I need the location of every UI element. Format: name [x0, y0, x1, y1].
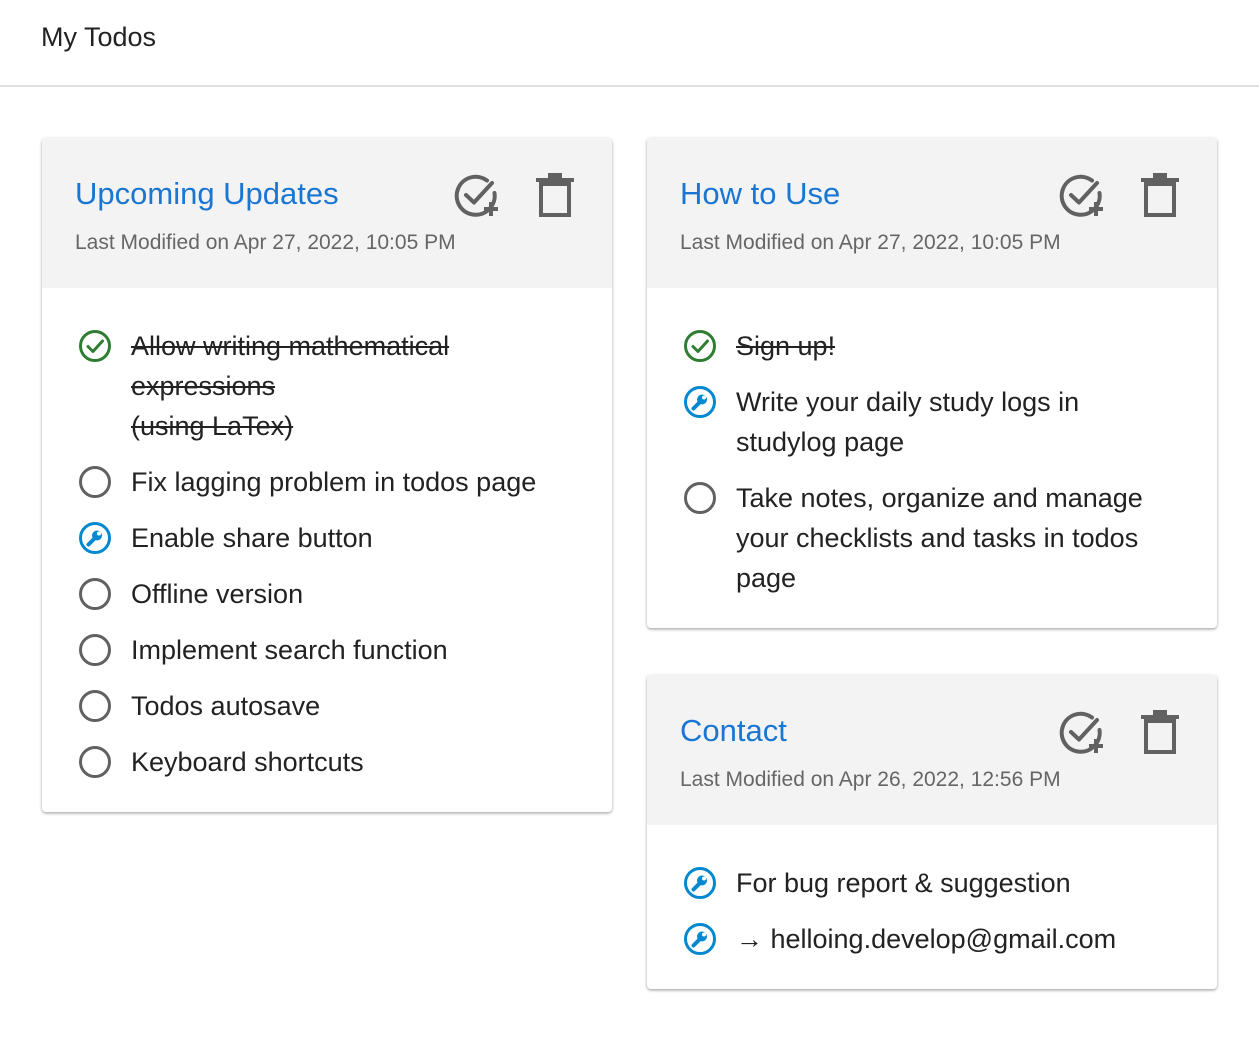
todo-text[interactable]: Take notes, organize and manage your che…: [736, 478, 1143, 598]
todo-item[interactable]: Allow writing mathematical expressions (…: [75, 326, 572, 446]
todo-item[interactable]: Todos autosave: [75, 686, 572, 726]
todo-text[interactable]: Allow writing mathematical expressions (…: [131, 326, 449, 446]
todo-list: Allow writing mathematical expressions (…: [42, 288, 612, 812]
check-plus-icon: [1059, 174, 1103, 217]
todo-text[interactable]: Sign up!: [736, 326, 835, 366]
check-circle-icon[interactable]: [680, 326, 720, 366]
card-title[interactable]: Upcoming Updates: [75, 176, 339, 212]
todo-item[interactable]: Fix lagging problem in todos page: [75, 462, 572, 502]
todo-item[interactable]: Enable share button: [75, 518, 572, 558]
trash-icon: [1141, 173, 1179, 217]
card-last-modified: Last Modified on Apr 27, 2022, 10:05 PM: [75, 231, 456, 254]
todo-item[interactable]: Sign up!: [680, 326, 1177, 366]
todo-text[interactable]: Offline version: [131, 574, 303, 614]
todo-card-1: How to Use Last Modified on Apr 27, 2022…: [647, 138, 1217, 628]
delete-card-button[interactable]: [1135, 170, 1185, 220]
todo-text[interactable]: Implement search function: [131, 630, 448, 670]
empty-circle-icon[interactable]: [680, 478, 720, 518]
todo-item[interactable]: → helloing.develop@gmail.com: [680, 919, 1177, 959]
todo-list: For bug report & suggestion → helloing.d…: [647, 825, 1217, 989]
card-title[interactable]: How to Use: [680, 176, 840, 212]
wrench-circle-icon[interactable]: [680, 919, 720, 959]
wrench-circle-icon[interactable]: [75, 518, 115, 558]
card-title[interactable]: Contact: [680, 713, 787, 749]
empty-circle-icon[interactable]: [75, 686, 115, 726]
todo-card-2: Contact Last Modified on Apr 26, 2022, 1…: [647, 675, 1217, 989]
check-plus-icon: [454, 174, 498, 217]
card-header: Upcoming Updates Last Modified on Apr 27…: [42, 138, 612, 288]
todo-text[interactable]: Fix lagging problem in todos page: [131, 462, 536, 502]
todo-text[interactable]: Write your daily study logs in studylog …: [736, 382, 1079, 462]
app-bar: My Todos: [0, 0, 1259, 87]
empty-circle-icon[interactable]: [75, 462, 115, 502]
todo-text[interactable]: → helloing.develop@gmail.com: [736, 919, 1116, 959]
trash-icon: [536, 173, 574, 217]
app-title: My Todos: [41, 22, 157, 52]
wrench-circle-icon[interactable]: [680, 863, 720, 903]
todo-text[interactable]: Keyboard shortcuts: [131, 742, 364, 782]
empty-circle-icon[interactable]: [75, 630, 115, 670]
todo-text[interactable]: Enable share button: [131, 518, 373, 558]
todo-list: Sign up! Write your daily study logs in …: [647, 288, 1217, 628]
todo-item[interactable]: Take notes, organize and manage your che…: [680, 478, 1177, 598]
card-last-modified: Last Modified on Apr 26, 2022, 12:56 PM: [680, 768, 1061, 791]
todo-item[interactable]: Implement search function: [75, 630, 572, 670]
check-circle-icon[interactable]: [75, 326, 115, 366]
delete-card-button[interactable]: [1135, 707, 1185, 757]
check-plus-icon: [1059, 711, 1103, 754]
todo-item[interactable]: Write your daily study logs in studylog …: [680, 382, 1177, 462]
card-header: How to Use Last Modified on Apr 27, 2022…: [647, 138, 1217, 288]
todo-text[interactable]: For bug report & suggestion: [736, 863, 1071, 903]
todo-item[interactable]: For bug report & suggestion: [680, 863, 1177, 903]
add-todo-button[interactable]: [1057, 170, 1107, 220]
add-todo-button[interactable]: [452, 170, 502, 220]
empty-circle-icon[interactable]: [75, 742, 115, 782]
add-todo-button[interactable]: [1057, 707, 1107, 757]
card-header: Contact Last Modified on Apr 26, 2022, 1…: [647, 675, 1217, 825]
empty-circle-icon[interactable]: [75, 574, 115, 614]
todo-card-0: Upcoming Updates Last Modified on Apr 27…: [42, 138, 612, 812]
wrench-circle-icon[interactable]: [680, 382, 720, 422]
todo-item[interactable]: Offline version: [75, 574, 572, 614]
todo-item[interactable]: Keyboard shortcuts: [75, 742, 572, 782]
delete-card-button[interactable]: [530, 170, 580, 220]
card-last-modified: Last Modified on Apr 27, 2022, 10:05 PM: [680, 231, 1061, 254]
trash-icon: [1141, 710, 1179, 754]
todo-text[interactable]: Todos autosave: [131, 686, 320, 726]
